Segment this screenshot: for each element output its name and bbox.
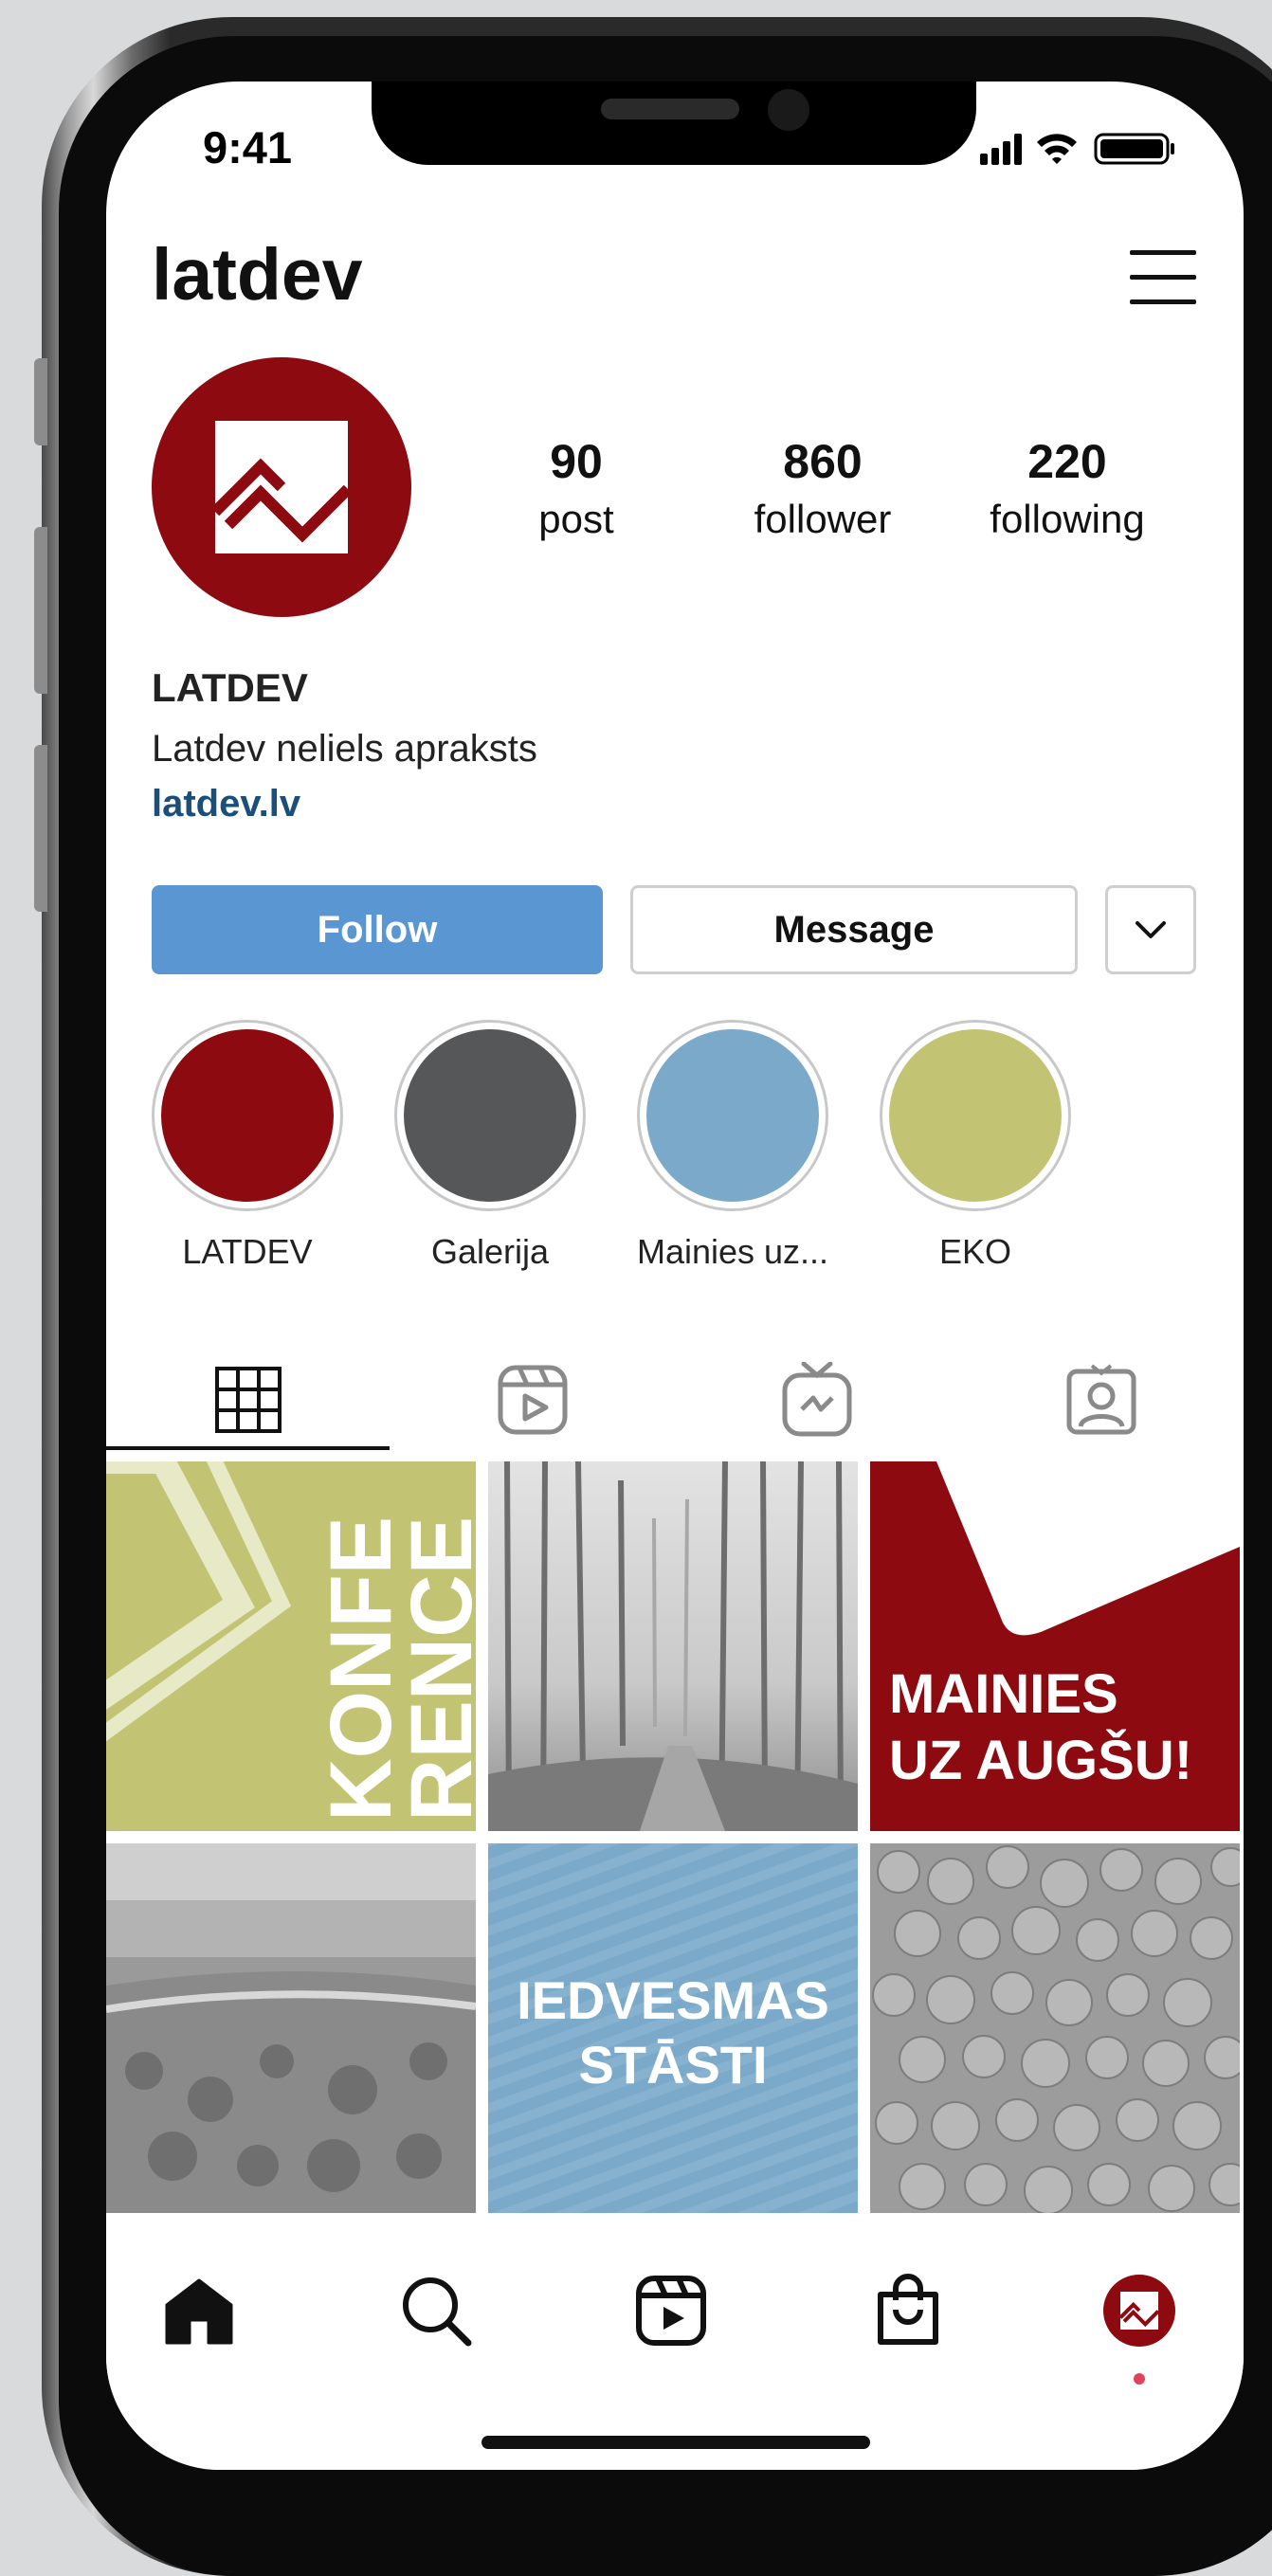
status-time: 9:41 [203, 122, 293, 172]
post-aerial-forest[interactable] [106, 1843, 476, 2213]
profile-website-link[interactable]: latdev.lv [152, 783, 300, 825]
bottom-navigation [106, 2220, 1244, 2470]
volume-up-button [34, 527, 47, 694]
highlight-cover [646, 1029, 819, 1202]
stat-posts[interactable]: 90 post [463, 434, 690, 542]
home-indicator[interactable] [482, 2436, 870, 2449]
active-tab-indicator [106, 1446, 390, 1450]
stat-value: 860 [783, 435, 863, 488]
front-camera [768, 89, 809, 131]
stat-label: post [538, 497, 614, 541]
post-forest[interactable] [488, 1461, 858, 1831]
post-konference[interactable]: KONFE RENCE [106, 1461, 476, 1831]
highlight-galerija[interactable]: Galerija [391, 1020, 590, 1272]
highlight-ring [152, 1020, 343, 1211]
tagged-icon [1066, 1364, 1136, 1435]
highlight-cover [161, 1029, 334, 1202]
latdev-logo-icon [1120, 2292, 1158, 2330]
stat-label: following [990, 497, 1145, 541]
message-button[interactable]: Message [630, 885, 1078, 974]
post-grid: KONFE RENCE MAINIES UZ AUGŠU! IEDVESMAS … [106, 1461, 1244, 2220]
chevron-down-icon [1136, 921, 1166, 938]
nav-home[interactable] [152, 2263, 246, 2358]
suggested-dropdown-button[interactable] [1105, 885, 1196, 974]
stat-following[interactable]: 220 following [954, 434, 1181, 542]
post-title-line: IEDVESMAS [517, 1970, 829, 2030]
reels-icon [636, 2276, 706, 2346]
latdev-logo-icon [215, 421, 348, 553]
highlight-mainies[interactable]: Mainies uz... [633, 1020, 832, 1272]
stat-label: follower [754, 497, 892, 541]
stat-value: 220 [1027, 435, 1107, 488]
notification-dot [1134, 2373, 1145, 2385]
status-icons [980, 133, 1174, 165]
post-mainies[interactable]: MAINIES UZ AUGŠU! [870, 1461, 1240, 1831]
post-iedvesmas[interactable]: IEDVESMAS STĀSTI [488, 1843, 858, 2213]
igtv-icon [782, 1362, 852, 1437]
profile-display-name: LATDEV [152, 665, 308, 710]
speaker [601, 99, 739, 119]
highlight-cover [889, 1029, 1062, 1202]
highlight-ring [394, 1020, 586, 1211]
grid-icon [215, 1367, 282, 1433]
highlight-label: EKO [938, 1232, 1012, 1271]
volume-down-button [34, 745, 47, 912]
highlight-cover [404, 1029, 576, 1202]
profile-username: latdev [152, 234, 363, 316]
wifi-icon [1037, 134, 1077, 164]
search-icon [403, 2277, 472, 2347]
post-iedvesmas-artwork: IEDVESMAS STĀSTI [517, 1970, 829, 2095]
mute-switch [34, 358, 47, 445]
post-konference-artwork: KONFE RENCE [106, 1461, 476, 1822]
highlight-eko[interactable]: EKO [876, 1020, 1075, 1272]
shop-icon [878, 2274, 938, 2345]
post-title-line: UZ AUGŠU! [889, 1730, 1192, 1791]
stat-value: 90 [550, 435, 603, 488]
tab-reels[interactable] [391, 1329, 675, 1471]
highlight-ring [637, 1020, 828, 1211]
nav-shop[interactable] [861, 2263, 955, 2358]
nav-profile[interactable] [1092, 2263, 1187, 2358]
menu-icon[interactable] [1130, 248, 1196, 305]
highlight-latdev[interactable]: LATDEV [148, 1020, 347, 1272]
highlight-label: LATDEV [182, 1232, 313, 1271]
berries-image [872, 1845, 1240, 2213]
post-berries[interactable] [870, 1843, 1240, 2213]
highlight-label: Mainies uz... [636, 1232, 829, 1271]
follow-button[interactable]: Follow [152, 885, 603, 974]
aerial-forest-image [106, 1843, 476, 2213]
tab-tagged[interactable] [959, 1329, 1244, 1471]
battery-icon [1094, 133, 1174, 165]
post-title-line: RENCE [393, 1516, 476, 1822]
stat-followers[interactable]: 860 follower [709, 434, 936, 542]
tab-igtv[interactable] [675, 1329, 959, 1471]
forest-image [488, 1461, 858, 1831]
post-title-line: MAINIES [889, 1663, 1118, 1725]
nav-reels[interactable] [624, 2263, 718, 2358]
signal-icon [980, 134, 1022, 165]
profile-bio: Latdev neliels apraksts [152, 728, 537, 770]
highlight-label: Galerija [430, 1232, 550, 1271]
post-mainies-artwork: MAINIES UZ AUGŠU! [889, 1461, 1240, 1791]
notch [372, 82, 976, 165]
phone-screen: 9:41 latdev 90 post 860 follower 220 fol… [106, 82, 1244, 2470]
home-icon [165, 2278, 233, 2345]
post-title-line: STĀSTI [578, 2035, 767, 2095]
profile-avatar [1103, 2275, 1175, 2347]
nav-search[interactable] [389, 2263, 483, 2358]
reels-icon [498, 1365, 568, 1435]
profile-avatar[interactable] [152, 357, 411, 617]
highlight-ring [880, 1020, 1071, 1211]
